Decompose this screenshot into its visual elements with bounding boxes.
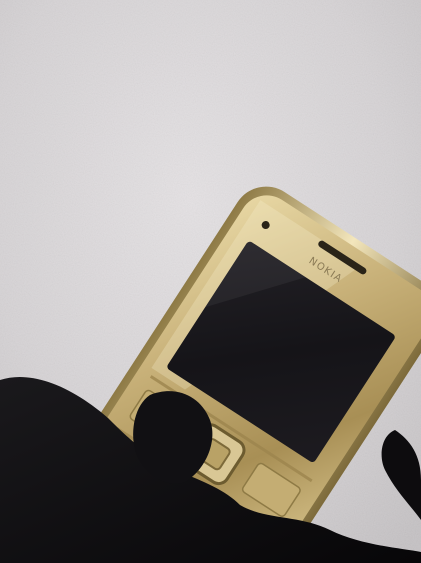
photo-canvas: NOKIA [0,0,421,563]
photo-scene: NOKIA [0,0,421,563]
